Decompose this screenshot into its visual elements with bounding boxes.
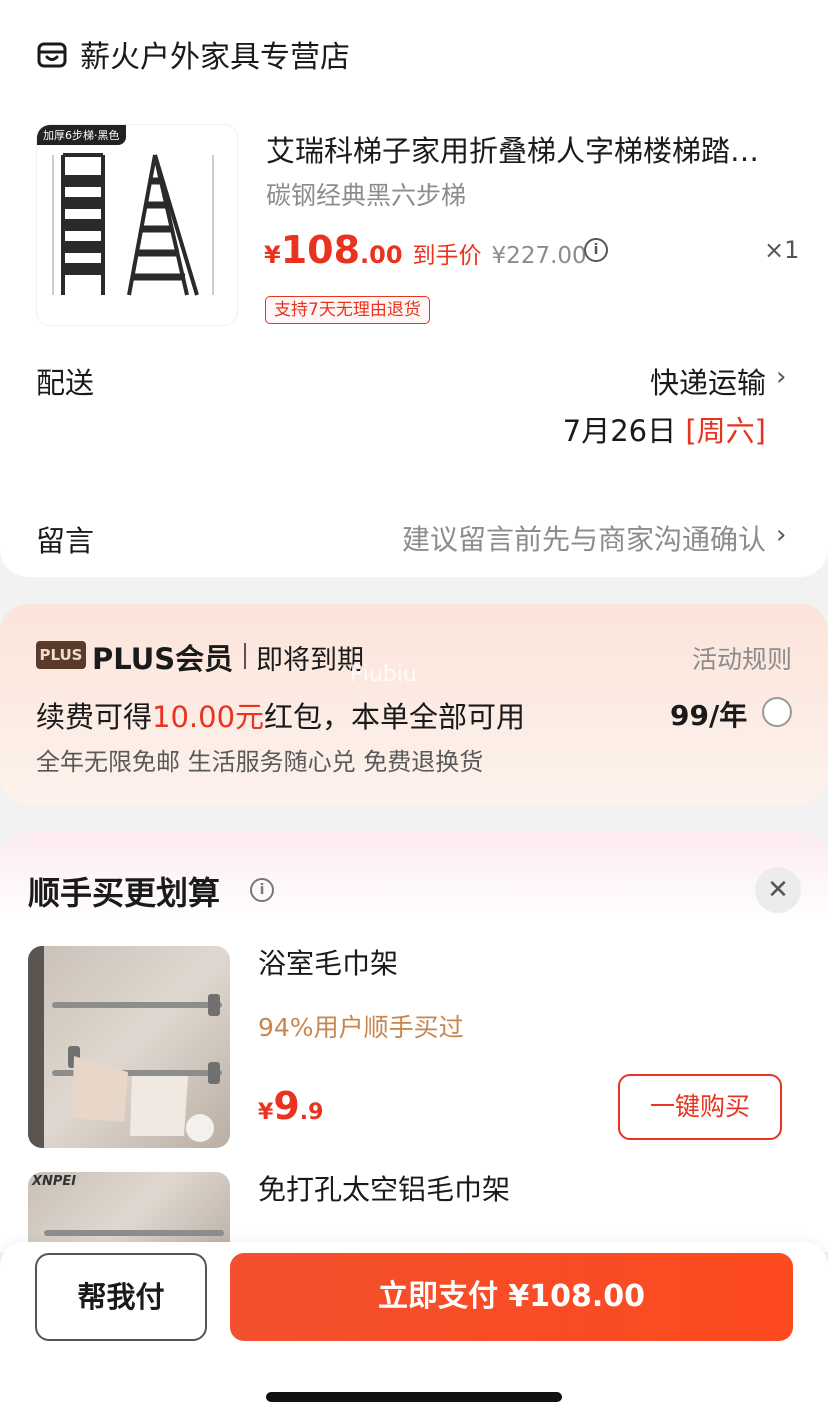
quantity: ×1 bbox=[764, 236, 800, 264]
shop-name: 薪火户外家具专营店 bbox=[80, 40, 350, 75]
chevron-right-icon[interactable]: › bbox=[776, 520, 786, 550]
price-row: ¥ 108 .00 到手价 ¥227.00 bbox=[264, 228, 587, 272]
shop-icon bbox=[37, 42, 67, 68]
return-policy-badge: 支持7天无理由退货 bbox=[265, 296, 430, 324]
price-label: 到手价 bbox=[412, 243, 482, 269]
price-integer: 108 bbox=[280, 228, 361, 272]
product-image-tag: 加厚6步梯·黑色 bbox=[37, 125, 126, 145]
plus-divider bbox=[244, 643, 246, 669]
home-indicator[interactable] bbox=[266, 1392, 562, 1402]
message-input[interactable]: 建议留言前先与商家沟通确认 bbox=[402, 518, 766, 558]
plus-offer: 续费可得10.00元红包，本单全部可用 bbox=[36, 694, 525, 736]
item-price-currency: ¥ bbox=[258, 1100, 274, 1125]
item-price-decimal: .9 bbox=[299, 1100, 324, 1125]
towel-rack-image[interactable] bbox=[28, 946, 230, 1148]
price-decimal: .00 bbox=[360, 241, 403, 269]
help-pay-button[interactable]: 帮我付 bbox=[35, 1253, 207, 1341]
delivery-method[interactable]: 快递运输 bbox=[650, 360, 766, 402]
product-image[interactable]: 加厚6步梯·黑色 bbox=[36, 124, 238, 326]
price-currency: ¥ bbox=[264, 241, 281, 269]
delivery-date: 7月26日 [周六] bbox=[563, 408, 766, 450]
chevron-right-icon[interactable]: › bbox=[776, 362, 786, 392]
plus-offer-amount: 10.00元 bbox=[152, 700, 265, 734]
brand-label: XNPEI bbox=[32, 1174, 77, 1189]
message-label: 留言 bbox=[36, 524, 95, 558]
product-spec[interactable]: 碳钢经典黑六步梯 bbox=[266, 176, 466, 212]
watermark: Piubiu bbox=[350, 662, 417, 687]
plus-price: 99/年 bbox=[670, 699, 748, 732]
plus-select-radio[interactable] bbox=[762, 697, 792, 727]
item-name[interactable]: 免打孔太空铝毛巾架 bbox=[258, 1168, 510, 1208]
plus-rules-link[interactable]: 活动规则 bbox=[692, 640, 792, 676]
info-icon[interactable]: i bbox=[250, 878, 274, 902]
item-name[interactable]: 浴室毛巾架 bbox=[258, 942, 398, 982]
pay-now-button[interactable]: 立即支付 ¥108.00 bbox=[230, 1253, 793, 1341]
product-title[interactable]: 艾瑞科梯子家用折叠梯人字梯楼梯踏… bbox=[266, 128, 796, 170]
plus-benefits: 全年无限免邮 生活服务随心兑 免费退换货 bbox=[36, 748, 484, 776]
recommend-title: 顺手买更划算 bbox=[28, 874, 221, 912]
plus-offer-pre: 续费可得 bbox=[36, 700, 153, 734]
plus-title: PLUS会员 bbox=[92, 642, 234, 676]
towel-rack-illustration bbox=[28, 946, 222, 1148]
one-click-buy-button[interactable]: 一键购买 bbox=[618, 1074, 782, 1140]
ladder-illustration bbox=[52, 153, 214, 296]
rack-bar bbox=[44, 1230, 224, 1236]
item-social-proof: 94%用户顺手买过 bbox=[258, 1013, 464, 1042]
shop-header[interactable]: 薪火户外家具专营店 bbox=[36, 34, 350, 75]
original-price: ¥227.00 bbox=[491, 243, 587, 269]
delivery-label: 配送 bbox=[36, 366, 95, 400]
item-price: ¥ 9 .9 bbox=[258, 1084, 323, 1128]
plus-status: 即将到期 bbox=[256, 645, 364, 676]
delivery-date-text: 7月26日 bbox=[562, 414, 686, 448]
plus-logo: PLUS bbox=[36, 641, 86, 669]
close-icon[interactable]: ✕ bbox=[755, 867, 801, 913]
price-info-icon[interactable]: i bbox=[584, 238, 608, 262]
item-price-integer: 9 bbox=[273, 1084, 300, 1128]
plus-offer-post: 红包，本单全部可用 bbox=[264, 700, 526, 734]
delivery-day: [周六] bbox=[685, 414, 766, 448]
